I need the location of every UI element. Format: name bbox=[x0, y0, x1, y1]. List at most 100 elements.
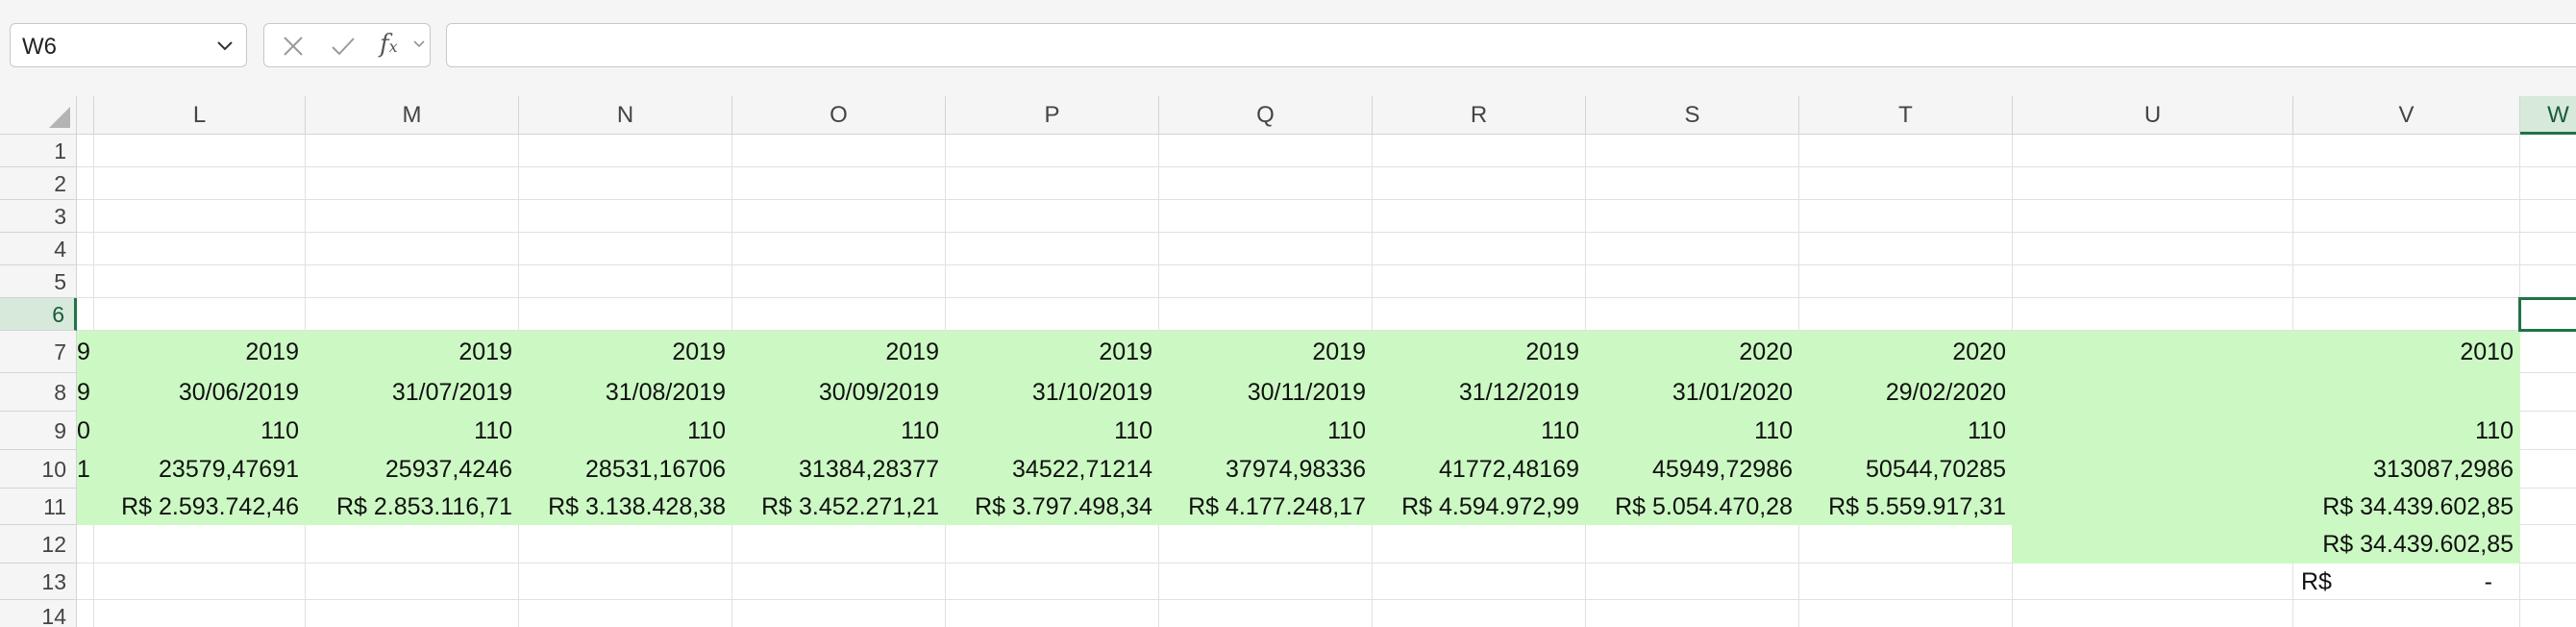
cell[interactable]: R$ 34.439.602,85 bbox=[2293, 525, 2520, 564]
cell[interactable]: 2019 bbox=[732, 331, 946, 373]
cell[interactable] bbox=[2013, 200, 2293, 233]
cell[interactable]: 313087,2986 bbox=[2293, 450, 2520, 489]
cell[interactable]: 2019 bbox=[519, 331, 732, 373]
cell[interactable]: 28531,16706 bbox=[519, 450, 732, 489]
active-cell-selection[interactable] bbox=[2518, 297, 2576, 332]
cell[interactable] bbox=[2013, 167, 2293, 200]
cell[interactable] bbox=[1159, 525, 1373, 564]
cell[interactable] bbox=[2520, 450, 2576, 489]
cell[interactable] bbox=[2520, 265, 2576, 298]
cell[interactable]: 110 bbox=[1799, 412, 2013, 450]
cell[interactable] bbox=[1586, 233, 1799, 265]
cell[interactable] bbox=[1799, 200, 2013, 233]
cell[interactable]: 29/02/2020 bbox=[1799, 373, 2013, 412]
cell[interactable] bbox=[94, 600, 306, 627]
cell[interactable] bbox=[1799, 564, 2013, 600]
column-header-t[interactable]: T bbox=[1799, 96, 2013, 135]
cell[interactable] bbox=[2013, 265, 2293, 298]
cell[interactable] bbox=[2520, 489, 2576, 525]
cell[interactable]: 2020 bbox=[1799, 331, 2013, 373]
cell[interactable] bbox=[94, 265, 306, 298]
cell[interactable] bbox=[77, 265, 94, 298]
row-header-13[interactable]: 13 bbox=[0, 564, 77, 600]
cell[interactable] bbox=[946, 265, 1159, 298]
cell[interactable]: 37974,98336 bbox=[1159, 450, 1373, 489]
row-header-7[interactable]: 7 bbox=[0, 331, 77, 373]
row-header-11[interactable]: 11 bbox=[0, 489, 77, 525]
row-header-2[interactable]: 2 bbox=[0, 167, 77, 200]
cell[interactable] bbox=[519, 600, 732, 627]
cell[interactable] bbox=[306, 525, 519, 564]
cell[interactable]: 30/11/2019 bbox=[1159, 373, 1373, 412]
cell[interactable] bbox=[1373, 200, 1586, 233]
cell[interactable]: R$ 5.559.917,31 bbox=[1799, 489, 2013, 525]
cell[interactable]: R$ 3.797.498,34 bbox=[946, 489, 1159, 525]
cell[interactable]: 110 bbox=[306, 412, 519, 450]
cell[interactable] bbox=[77, 525, 94, 564]
cell[interactable] bbox=[2293, 135, 2520, 167]
cell[interactable]: R$ - bbox=[2293, 564, 2520, 600]
row-header-6[interactable]: 6 bbox=[0, 298, 77, 331]
cell[interactable] bbox=[732, 200, 946, 233]
cell[interactable] bbox=[1373, 525, 1586, 564]
cell[interactable] bbox=[2520, 525, 2576, 564]
cancel-icon[interactable] bbox=[280, 33, 307, 60]
cell[interactable] bbox=[946, 600, 1159, 627]
column-header-p[interactable]: P bbox=[946, 96, 1159, 135]
cell[interactable] bbox=[2013, 600, 2293, 627]
cell[interactable] bbox=[2013, 331, 2293, 373]
cell[interactable]: 30/06/2019 bbox=[94, 373, 306, 412]
cell[interactable]: R$ 3.138.428,38 bbox=[519, 489, 732, 525]
cell[interactable]: 31/01/2020 bbox=[1586, 373, 1799, 412]
name-box[interactable]: W6 bbox=[10, 23, 247, 67]
cell[interactable] bbox=[1373, 564, 1586, 600]
cell[interactable] bbox=[2293, 265, 2520, 298]
cell[interactable] bbox=[2293, 233, 2520, 265]
formula-input[interactable] bbox=[446, 23, 2576, 67]
cell[interactable]: 2019 bbox=[1373, 331, 1586, 373]
cell[interactable] bbox=[1373, 233, 1586, 265]
cell[interactable] bbox=[1159, 298, 1373, 331]
cell[interactable]: R$ 4.177.248,17 bbox=[1159, 489, 1373, 525]
cell[interactable] bbox=[2013, 412, 2293, 450]
cell[interactable] bbox=[2013, 373, 2293, 412]
row-header-12[interactable]: 12 bbox=[0, 525, 77, 564]
cell[interactable] bbox=[1159, 200, 1373, 233]
cell[interactable] bbox=[732, 135, 946, 167]
cell[interactable] bbox=[2013, 233, 2293, 265]
cell[interactable] bbox=[2013, 450, 2293, 489]
cell[interactable] bbox=[1159, 167, 1373, 200]
row-header-8[interactable]: 8 bbox=[0, 373, 77, 412]
cell[interactable] bbox=[519, 525, 732, 564]
cell[interactable] bbox=[946, 135, 1159, 167]
cell[interactable]: 31/08/2019 bbox=[519, 373, 732, 412]
cell[interactable] bbox=[519, 167, 732, 200]
cell[interactable] bbox=[77, 600, 94, 627]
cell[interactable] bbox=[77, 167, 94, 200]
cell[interactable] bbox=[946, 233, 1159, 265]
cell[interactable] bbox=[2520, 412, 2576, 450]
cell[interactable] bbox=[306, 233, 519, 265]
cell[interactable]: R$ 4.594.972,99 bbox=[1373, 489, 1586, 525]
cell[interactable] bbox=[2520, 373, 2576, 412]
cell[interactable] bbox=[1586, 525, 1799, 564]
column-header-w[interactable]: W bbox=[2520, 96, 2576, 135]
cell[interactable] bbox=[1799, 233, 2013, 265]
cell[interactable]: 31384,28377 bbox=[732, 450, 946, 489]
row-header-5[interactable]: 5 bbox=[0, 265, 77, 298]
cell[interactable] bbox=[1799, 265, 2013, 298]
cell[interactable] bbox=[77, 298, 94, 331]
column-header-partial[interactable] bbox=[77, 96, 94, 135]
cell[interactable] bbox=[2013, 564, 2293, 600]
cell[interactable] bbox=[2520, 200, 2576, 233]
cell[interactable]: 1 bbox=[77, 450, 94, 489]
column-header-o[interactable]: O bbox=[732, 96, 946, 135]
cell[interactable]: 30/09/2019 bbox=[732, 373, 946, 412]
select-all-corner[interactable] bbox=[0, 96, 77, 135]
cell[interactable]: 41772,48169 bbox=[1373, 450, 1586, 489]
cell[interactable] bbox=[2520, 135, 2576, 167]
cell[interactable] bbox=[306, 564, 519, 600]
cell[interactable] bbox=[94, 200, 306, 233]
cell[interactable] bbox=[1373, 298, 1586, 331]
row-header-3[interactable]: 3 bbox=[0, 200, 77, 233]
